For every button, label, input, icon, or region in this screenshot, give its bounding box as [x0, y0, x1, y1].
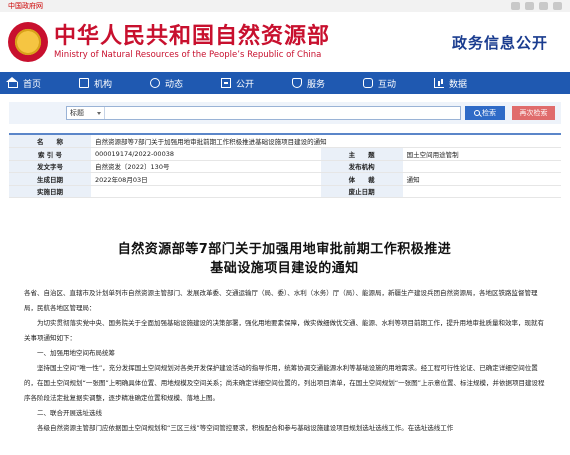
nav-label: 互动	[378, 79, 397, 90]
article-paragraph: 各省、自治区、直辖市及计划单列市自然资源主管部门、发展改革委、交通运输厅（局、委…	[24, 289, 538, 312]
national-emblem-icon: ★	[8, 22, 48, 62]
search-bar: 标题 检索 再次检索	[9, 102, 561, 124]
article-paragraph: 各级自然资源主管部门应依据国土空间规划和“三区三线”等空间管控要求，积极配合和参…	[37, 424, 454, 432]
meta-key: 生成日期	[9, 172, 91, 186]
open-icon	[221, 78, 231, 88]
nav-label: 公开	[236, 79, 255, 90]
nav-label: 服务	[307, 79, 326, 90]
interaction-icon	[363, 78, 373, 88]
site-title-en: Ministry of Natural Resources of the Peo…	[54, 49, 322, 60]
meta-value	[402, 185, 561, 198]
nav-item-org[interactable]: 机构	[79, 77, 150, 90]
site-title-cn: 中华人民共和国自然资源部	[54, 23, 331, 49]
org-icon	[79, 78, 89, 88]
nav-item-home[interactable]: 首页	[6, 77, 79, 90]
article-title-line: 基础设施项目建设的通知	[210, 261, 359, 276]
table-row: 名 称 自然资源部等7部门关于加强用地审批前期工作积极推进基础设施项目建设的通知	[9, 135, 561, 148]
meta-value: 自然资源部等7部门关于加强用地审批前期工作积极推进基础设施项目建设的通知	[91, 135, 561, 148]
document-meta-table: 名 称 自然资源部等7部门关于加强用地审批前期工作积极推进基础设施项目建设的通知…	[9, 133, 561, 198]
site-brand[interactable]: 中华人民共和国自然资源部 Ministry of Natural Resourc…	[54, 24, 330, 61]
search-button-label: 检索	[482, 109, 496, 117]
search-scope-value: 标题	[70, 109, 84, 117]
news-icon	[150, 78, 160, 88]
section-heading: 一、加强用地空间布局统筹	[37, 349, 115, 357]
table-row: 生成日期 2022年08月03日 体 裁 通知	[9, 172, 561, 186]
refine-search-button[interactable]: 再次检索	[512, 106, 555, 120]
nav-label: 数据	[449, 79, 468, 90]
chevron-down-icon	[97, 111, 101, 115]
nav-item-news[interactable]: 动态	[150, 77, 221, 90]
search-button[interactable]: 检索	[465, 106, 505, 120]
home-icon	[6, 77, 18, 88]
mobile-icon[interactable]	[539, 2, 548, 10]
article-title: 自然资源部等7部门关于加强用地审批前期工作积极推进 基础设施项目建设的通知	[24, 240, 545, 278]
weibo-icon[interactable]	[511, 2, 520, 10]
section-title: 政务信息公开	[451, 33, 548, 52]
meta-key: 索 引 号	[9, 147, 91, 161]
data-icon	[434, 78, 444, 88]
meta-key: 发布机构	[320, 160, 403, 173]
article-paragraph: 坚持国土空间“唯一性”，充分发挥国土空间规划对各类开发保护建设活动的指导作用，统…	[24, 364, 545, 402]
nav-item-service[interactable]: 服务	[292, 77, 363, 90]
nav-label: 首页	[23, 79, 42, 90]
search-box: 标题	[66, 106, 461, 120]
article-paragraph: 为切实贯彻落实党中央、国务院关于全面加强基础设施建设的决策部署，强化用地要素保障…	[24, 319, 544, 342]
search-scope-select[interactable]: 标题	[67, 107, 105, 119]
meta-key: 名 称	[9, 135, 91, 148]
meta-value: 000019174/2022-00038	[91, 147, 321, 161]
search-input[interactable]	[105, 107, 460, 119]
meta-key: 发文字号	[9, 160, 91, 173]
nav-item-open[interactable]: 公开	[221, 77, 292, 90]
article-title-line: 自然资源部等7部门关于加强用地审批前期工作积极推进	[117, 242, 452, 257]
nav-item-interaction[interactable]: 互动	[363, 77, 434, 90]
search-icon	[474, 110, 480, 116]
nav-label: 机构	[94, 79, 113, 90]
meta-value: 2022年08月03日	[91, 172, 321, 186]
meta-value: 自然资发〔2022〕130号	[91, 160, 321, 173]
accessibility-icon[interactable]	[553, 2, 562, 10]
nav-item-data[interactable]: 数据	[434, 77, 505, 90]
table-row: 索 引 号 000019174/2022-00038 主 题 国土空间用途管制	[9, 147, 561, 161]
main-nav: 首页 机构 动态 公开 服务 互动 数据	[0, 72, 570, 94]
site-header: ★ 中华人民共和国自然资源部 Ministry of Natural Resou…	[0, 12, 570, 72]
meta-value	[91, 185, 321, 198]
meta-key: 实施日期	[9, 185, 91, 198]
meta-key: 主 题	[320, 147, 403, 161]
gov-portal-link[interactable]: 中国政府网	[8, 1, 43, 11]
meta-key: 废止日期	[320, 185, 403, 198]
meta-key: 体 裁	[320, 172, 403, 186]
section-heading: 二、联合开展选址选线	[37, 409, 102, 417]
wechat-icon[interactable]	[525, 2, 534, 10]
service-icon	[292, 78, 302, 88]
nav-label: 动态	[165, 79, 184, 90]
top-tools	[511, 2, 562, 10]
meta-value: 通知	[402, 172, 561, 186]
refine-search-label: 再次检索	[519, 109, 548, 117]
meta-value	[402, 160, 561, 173]
table-row: 实施日期 废止日期	[9, 185, 561, 198]
article: 自然资源部等7部门关于加强用地审批前期工作积极推进 基础设施项目建设的通知 各省…	[0, 240, 570, 436]
meta-value: 国土空间用途管制	[402, 147, 561, 161]
article-body: 各省、自治区、直辖市及计划单列市自然资源主管部门、发展改革委、交通运输厅（局、委…	[24, 286, 545, 436]
top-strip: 中国政府网	[0, 0, 570, 12]
table-row: 发文字号 自然资发〔2022〕130号 发布机构	[9, 160, 561, 173]
